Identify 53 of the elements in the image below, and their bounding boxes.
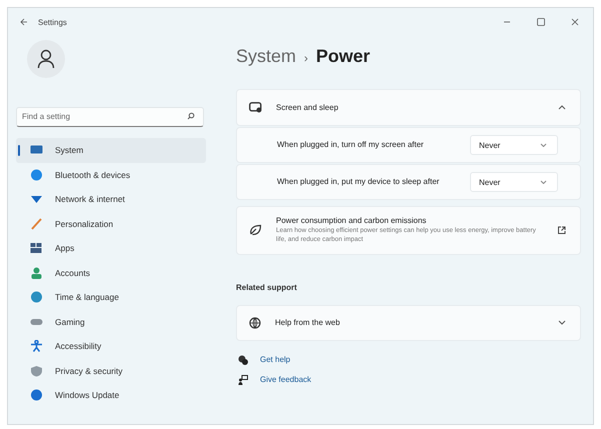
card-title: Power consumption and carbon emissions xyxy=(276,216,428,225)
nav-icon xyxy=(30,242,43,254)
selection-indicator xyxy=(18,145,20,156)
breadcrumb-separator: › xyxy=(304,51,308,65)
help-link[interactable]: Give feedback xyxy=(260,375,312,384)
chevron-icon xyxy=(558,105,566,110)
nav-icon xyxy=(30,266,43,279)
sidebar-item[interactable]: Accessibility xyxy=(16,334,206,358)
help-link[interactable]: Get help xyxy=(260,355,290,364)
chevron-icon xyxy=(558,320,566,326)
sidebar-item[interactable]: Privacy & security xyxy=(16,358,206,383)
nav-icon xyxy=(30,168,43,181)
person-icon xyxy=(37,49,55,69)
search-field[interactable]: Find a setting xyxy=(16,106,204,126)
close-icon[interactable] xyxy=(571,18,579,26)
back-arrow-icon[interactable] xyxy=(20,18,28,26)
sidebar-item[interactable]: Personalization xyxy=(16,212,206,236)
nav-icon xyxy=(30,218,43,230)
sidebar-item[interactable]: System xyxy=(16,138,206,162)
external-link-icon xyxy=(557,226,566,235)
nav-icon xyxy=(30,291,43,304)
sidebar-item[interactable]: Windows Update xyxy=(16,383,206,408)
section-heading: Related support xyxy=(236,282,298,292)
monitor-icon xyxy=(249,102,262,113)
card-title: Screen and sleep xyxy=(276,103,338,112)
chevron-icon xyxy=(540,143,547,147)
chevron-icon xyxy=(540,180,547,184)
sidebar-item[interactable]: Bluetooth & devices xyxy=(16,162,206,187)
feedback-icon xyxy=(238,374,248,385)
dropdown[interactable]: Never xyxy=(470,172,558,192)
sidebar-item[interactable]: Time & language xyxy=(16,285,206,310)
page-title: Power xyxy=(316,46,370,67)
globe-icon xyxy=(249,316,261,329)
setting-label: When plugged in, put my device to sleep after xyxy=(277,176,440,188)
sidebar-item[interactable]: Accounts xyxy=(16,260,206,285)
nav-icon xyxy=(30,364,43,377)
maximize-icon[interactable] xyxy=(537,18,545,26)
nav-icon xyxy=(30,144,43,156)
setting-label: When plugged in, turn off my screen after xyxy=(277,139,425,151)
card-title: Help from the web xyxy=(275,318,340,328)
nav-icon xyxy=(30,340,43,352)
sidebar-item[interactable]: Gaming xyxy=(16,310,206,334)
help-card[interactable]: Help from the web xyxy=(236,304,581,341)
breadcrumb-parent[interactable]: System xyxy=(236,46,296,67)
sidebar-item[interactable]: Apps xyxy=(16,236,206,260)
window-title: Settings xyxy=(38,18,67,26)
nav-icon xyxy=(30,193,43,206)
search-icon xyxy=(187,112,195,120)
nav-icon xyxy=(30,389,43,402)
screen-sleep-header[interactable]: Screen and sleep xyxy=(236,89,581,126)
dropdown[interactable]: Never xyxy=(470,135,558,155)
leaf-icon xyxy=(249,224,262,236)
sidebar-item[interactable]: Network & internet xyxy=(16,187,206,212)
